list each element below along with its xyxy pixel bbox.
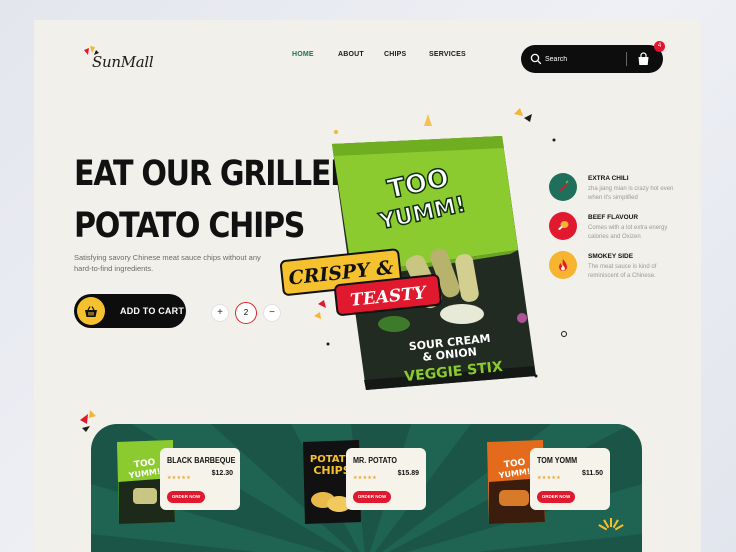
product-price: $15.89 (397, 470, 419, 477)
shopping-bag-icon[interactable] (637, 52, 650, 66)
rating-stars-icon: ★★★★★ (167, 475, 191, 481)
order-now-button[interactable]: ORDER NOW (167, 491, 205, 503)
hero-chips-package: TOO YUMM! SOUR CREAM & ONION VEGGIE STIX… (279, 108, 567, 390)
feature-title: SMOKEY SIDE (588, 253, 634, 260)
add-to-cart-label: ADD TO CART (120, 306, 185, 316)
nav-services[interactable]: SERVICES (429, 51, 466, 58)
add-to-cart-button[interactable]: ADD TO CART (74, 294, 186, 328)
feature-beef-flavour: BEEF FLAVOUR Comes with a lot extra ener… (549, 212, 679, 248)
brand-logo[interactable]: SunMall (82, 44, 162, 74)
quantity-stepper: + 2 − (211, 302, 281, 324)
basket-icon (77, 297, 105, 325)
product-name: TOM YOMM (537, 456, 578, 465)
nav-home[interactable]: HOME (292, 51, 314, 58)
product-panel: TOO YUMM! BLACK BARBEQUE ★★★★★ $12.30 OR… (91, 424, 642, 552)
brand-name: SunMall (92, 53, 154, 71)
nav-about[interactable]: ABOUT (338, 51, 364, 58)
increment-button[interactable]: + (211, 304, 229, 322)
product-card-black-barbeque[interactable]: TOO YUMM! BLACK BARBEQUE ★★★★★ $12.30 OR… (113, 440, 273, 536)
quantity-value[interactable]: 2 (235, 302, 257, 324)
feature-desc: zha jiang mian is crazy hot even when it… (588, 186, 674, 201)
product-price: $11.50 (581, 470, 603, 477)
rating-stars-icon: ★★★★★ (537, 475, 561, 481)
product-name: MR. POTATO (353, 456, 398, 465)
feature-smokey-side: SMOKEY SIDE The meat sauce is kind of re… (549, 251, 679, 287)
page-card: SunMall HOME ABOUT CHIPS SERVICES 4 EAT … (34, 20, 701, 552)
feature-extra-chili: EXTRA CHILI zha jiang mian is crazy hot … (549, 173, 679, 209)
product-name: BLACK BARBEQUE (167, 456, 236, 465)
search-bar (521, 45, 663, 73)
product-info-card: BLACK BARBEQUE ★★★★★ $12.30 ORDER NOW (160, 448, 240, 510)
product-info-card: TOM YOMM ★★★★★ $11.50 ORDER NOW (530, 448, 610, 510)
nav-chips[interactable]: CHIPS (384, 51, 406, 58)
chili-icon (549, 173, 577, 201)
feature-desc: The meat sauce is kind of reminiscent of… (588, 264, 657, 279)
search-icon[interactable] (530, 53, 542, 65)
rating-stars-icon: ★★★★★ (353, 475, 377, 481)
search-input[interactable] (545, 52, 620, 66)
product-price: $12.30 (211, 470, 233, 477)
product-card-mr-potato[interactable]: POTATO CHIPS MR. POTATO ★★★★★ $15.89 ORD… (299, 440, 459, 536)
feature-desc: Comes with a lot extra energy calories a… (588, 225, 668, 240)
order-now-button[interactable]: ORDER NOW (537, 491, 575, 503)
feature-title: BEEF FLAVOUR (588, 214, 639, 221)
product-info-card: MR. POTATO ★★★★★ $15.89 ORDER NOW (346, 448, 426, 510)
feature-title: EXTRA CHILI (588, 175, 629, 182)
drumstick-icon (549, 212, 577, 240)
flame-icon (549, 251, 577, 279)
cart-count-badge: 4 (654, 41, 665, 52)
order-now-button[interactable]: ORDER NOW (353, 491, 391, 503)
product-card-tom-yomm[interactable]: TOO YUMM! TOM YOMM ★★★★★ $11.50 ORDER NO… (483, 440, 642, 536)
search-divider (626, 52, 627, 66)
hero-subtitle: Satisfying savory Chinese meat sauce chi… (74, 253, 261, 273)
